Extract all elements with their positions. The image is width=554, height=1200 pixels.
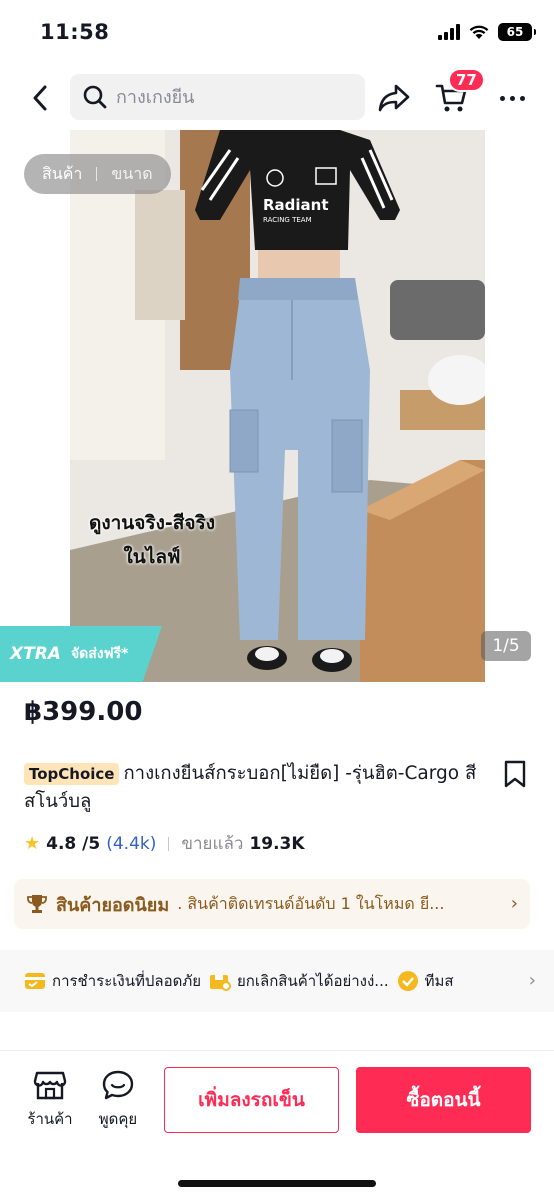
- wifi-icon: [469, 25, 489, 39]
- rating-score: 4.8 /5: [46, 833, 101, 854]
- status-icons: 65: [438, 23, 536, 41]
- guarantee-label: ยกเลิกสินค้าได้อย่างง่...: [237, 972, 389, 990]
- guarantee-support-team: ทีมส: [397, 969, 454, 993]
- product-title: TopChoice กางเกงยีนส์กระบอก[ไม่ยืด] -รุ่น…: [24, 760, 484, 816]
- add-to-cart-button[interactable]: เพิ่มลงรถเข็น: [164, 1067, 339, 1133]
- image-tabs: สินค้า ขนาด: [24, 154, 171, 194]
- guarantee-easy-cancel: ยกเลิกสินค้าได้อย่างง่...: [209, 969, 389, 993]
- overlay-line-2: ในไลฟ์: [123, 546, 181, 568]
- product-photo: Radiant RACING TEAM: [70, 130, 485, 682]
- chevron-right-icon: ›: [520, 970, 536, 991]
- status-bar: 11:58 65: [0, 0, 554, 66]
- signal-icon: [438, 24, 460, 40]
- free-shipping-label: จัดส่งฟรี*: [70, 646, 129, 662]
- shirt-print-text: Radiant: [263, 196, 329, 214]
- cart-count-badge: 77: [448, 68, 485, 92]
- shop-label: ร้านค้า: [27, 1110, 73, 1128]
- status-time: 11:58: [40, 20, 110, 44]
- popular-label: สินค้ายอดนิยม: [56, 894, 170, 916]
- chevron-left-icon: [33, 85, 47, 111]
- buy-now-button[interactable]: ซื้อตอนนี้: [356, 1067, 531, 1133]
- check-badge-icon: [397, 971, 418, 991]
- shop-button[interactable]: ร้านค้า: [20, 1069, 80, 1131]
- chevron-right-icon: ›: [510, 893, 518, 914]
- guarantee-label: การชำระเงินที่ปลอดภัย: [52, 972, 202, 990]
- overlay-line-1: ดูงานจริง-สีจริง: [89, 512, 215, 534]
- search-bar[interactable]: [70, 74, 365, 120]
- rating-row[interactable]: ★ 4.8 /5 (4.4k) ขายแล้ว 19.3K: [24, 830, 305, 857]
- more-dot-icon: [519, 95, 525, 101]
- divider: [168, 836, 170, 851]
- xtra-logo: XTRA: [10, 644, 61, 664]
- tab-divider: [96, 167, 98, 181]
- top-navigation: 77: [0, 68, 554, 124]
- bookmark-button[interactable]: [502, 760, 528, 788]
- star-icon: ★: [24, 833, 41, 854]
- card-check-icon: [25, 973, 45, 989]
- tab-size[interactable]: ขนาด: [111, 162, 152, 187]
- shop-icon: [33, 1071, 67, 1100]
- shirt-print-subtext: RACING TEAM: [263, 216, 312, 224]
- share-icon: [378, 84, 410, 112]
- return-box-icon: [210, 975, 232, 991]
- xtra-free-shipping-banner: XTRA จัดส่งฟรี*: [0, 626, 162, 682]
- topchoice-badge: TopChoice: [24, 763, 120, 785]
- rating-count[interactable]: (4.4k): [106, 834, 156, 854]
- search-input[interactable]: [116, 86, 346, 108]
- chat-label: พูดคุย: [98, 1110, 138, 1128]
- more-dot-icon: [499, 95, 505, 101]
- image-overlay-text: ดูงานจริง-สีจริง ในไลฟ์: [82, 506, 222, 574]
- bookmark-icon: [504, 760, 526, 788]
- chat-button[interactable]: พูดคุย: [88, 1069, 148, 1131]
- popular-product-banner[interactable]: สินค้ายอดนิยม . สินค้าติดเทรนด์อันดับ 1 …: [14, 879, 530, 929]
- back-button[interactable]: [22, 80, 58, 116]
- bottom-action-bar: ร้านค้า พูดคุย เพิ่มลงรถเข็น ซื้อตอนนี้: [0, 1050, 554, 1200]
- battery-indicator: 65: [498, 23, 536, 41]
- sold-count: 19.3K: [249, 833, 305, 854]
- home-indicator: [178, 1180, 376, 1187]
- guarantees-row[interactable]: การชำระเงินที่ปลอดภัย ยกเลิกสินค้าได้อย่…: [0, 950, 554, 1012]
- share-button[interactable]: [374, 80, 414, 116]
- tab-product[interactable]: สินค้า: [42, 162, 82, 187]
- popular-description: . สินค้าติดเทรนด์อันดับ 1 ในโหมด ยี...: [177, 893, 445, 913]
- chat-icon: [102, 1070, 134, 1100]
- image-pager: 1/5: [481, 631, 531, 661]
- search-icon: [83, 85, 107, 109]
- more-dot-icon: [509, 95, 515, 101]
- sold-label: ขายแล้ว: [181, 834, 244, 854]
- guarantee-label: ทีมส: [424, 972, 454, 990]
- product-price: ฿399.00: [24, 697, 143, 727]
- guarantee-secure-payment: การชำระเงินที่ปลอดภัย: [24, 969, 201, 993]
- more-options-button[interactable]: [490, 80, 534, 116]
- trophy-icon: [27, 895, 47, 913]
- product-image[interactable]: Radiant RACING TEAM: [70, 130, 485, 682]
